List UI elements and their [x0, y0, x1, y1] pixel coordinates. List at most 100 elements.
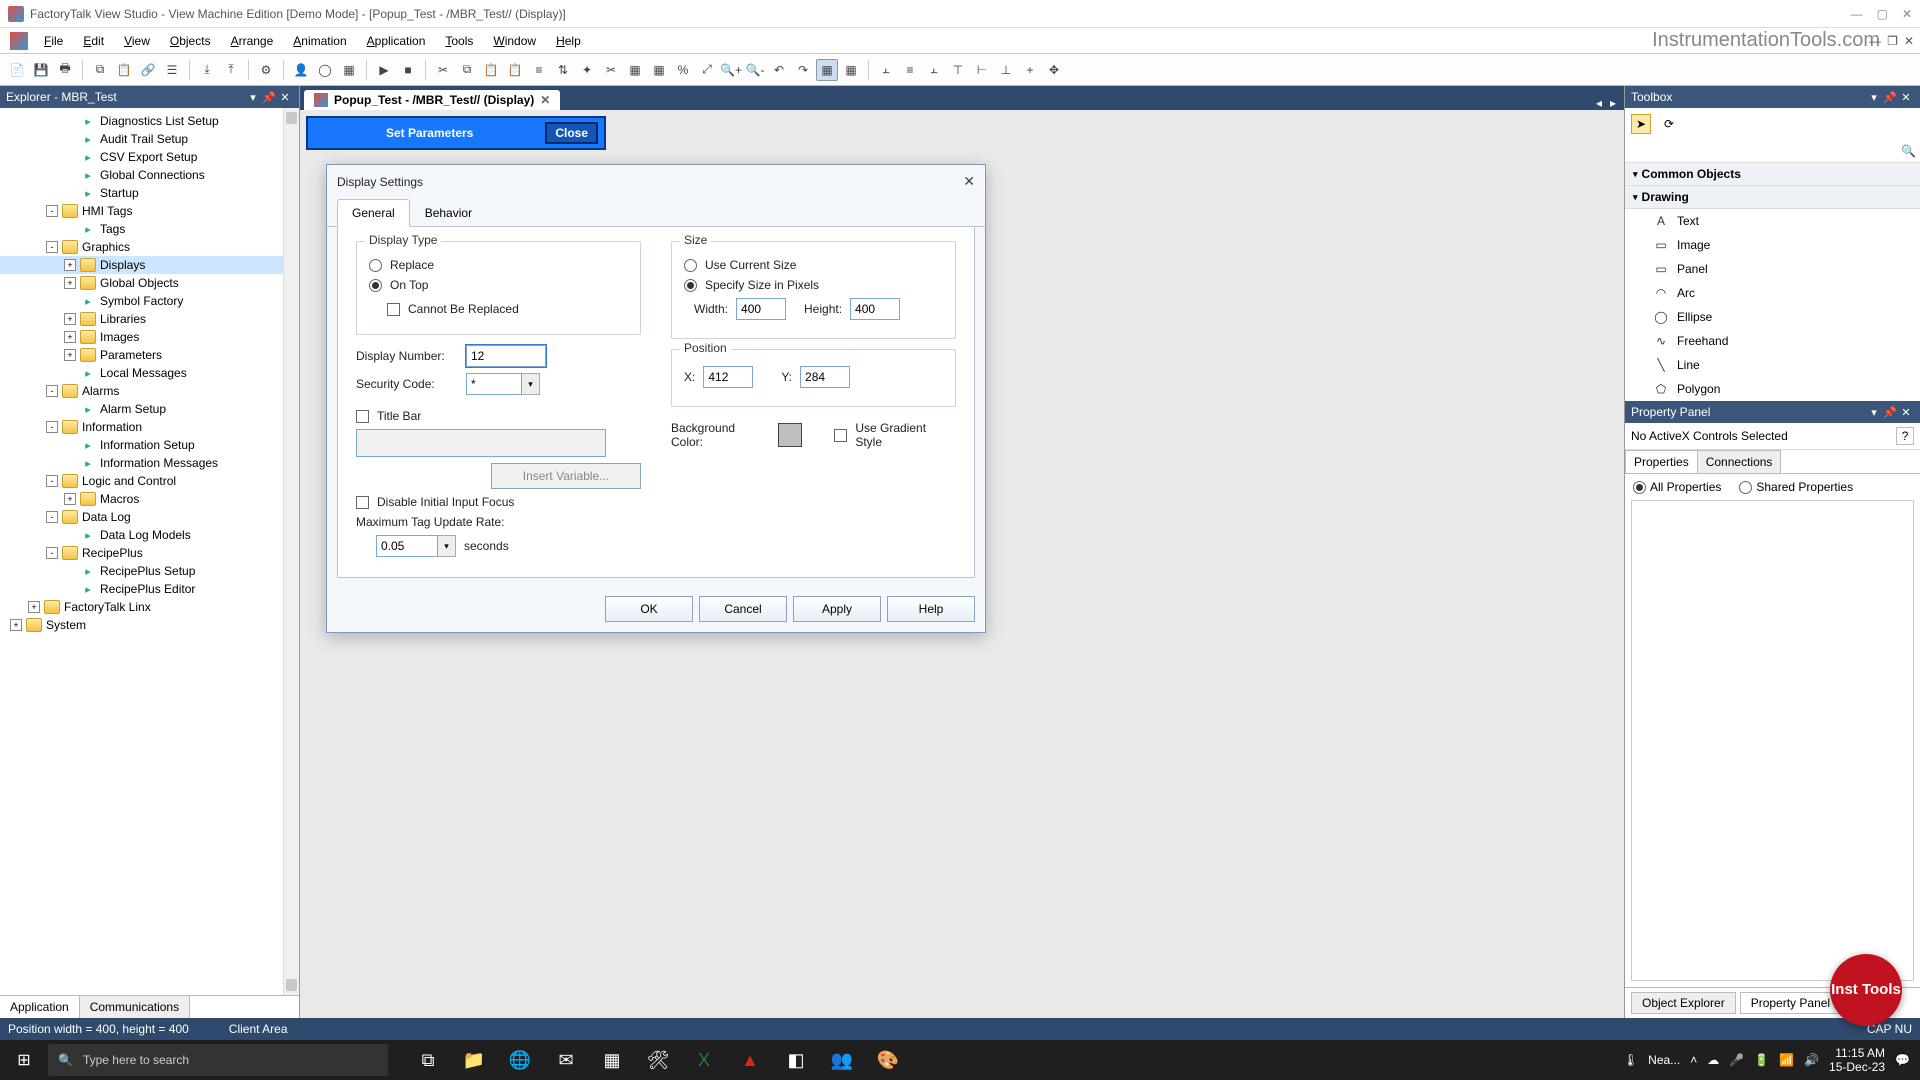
tree-item[interactable]: ▸Diagnostics List Setup [0, 112, 299, 130]
tree-toggle-icon[interactable]: - [46, 475, 58, 487]
onedrive-icon[interactable]: ☁ [1707, 1053, 1719, 1067]
align-top-icon[interactable]: ⊤ [947, 59, 969, 81]
download-icon[interactable]: ⤓ [196, 59, 218, 81]
tree-item[interactable]: -Data Log [0, 508, 299, 526]
prop-pin-icon[interactable]: 📌 [1882, 406, 1898, 419]
toolbox-item-ellipse[interactable]: ◯Ellipse [1625, 305, 1920, 329]
cut2-icon[interactable]: ✂ [600, 59, 622, 81]
minimize-icon[interactable]: — [1851, 7, 1863, 21]
menu-edit[interactable]: Edit [73, 31, 114, 51]
specify-size-radio[interactable] [684, 279, 697, 292]
paste2-icon[interactable]: 📋 [480, 59, 502, 81]
explorer-tree[interactable]: ▸Diagnostics List Setup▸Audit Trail Setu… [0, 108, 299, 995]
new-icon[interactable]: 📄 [6, 59, 28, 81]
menu-tools[interactable]: Tools [435, 31, 483, 51]
update-rate-dropdown-icon[interactable]: ▾ [438, 535, 456, 557]
tree-item[interactable]: ▸RecipePlus Editor [0, 580, 299, 598]
stop-icon[interactable]: ■ [397, 59, 419, 81]
dialog-tab-behavior[interactable]: Behavior [410, 199, 487, 227]
document-tab[interactable]: Popup_Test - /MBR_Test// (Display) ✕ [304, 90, 560, 110]
copy-icon[interactable]: ⧉ [89, 59, 111, 81]
shared-properties-radio[interactable] [1739, 481, 1752, 494]
tree-item[interactable]: ▸Information Messages [0, 454, 299, 472]
security-code-input[interactable] [466, 373, 522, 395]
property-help-icon[interactable]: ? [1896, 427, 1914, 445]
tree-item[interactable]: -Information [0, 418, 299, 436]
tree-toggle-icon[interactable]: + [64, 277, 76, 289]
tree-toggle-icon[interactable]: - [46, 205, 58, 217]
toolbox-item-polygon[interactable]: ⬠Polygon [1625, 377, 1920, 401]
tree-toggle-icon[interactable]: - [46, 421, 58, 433]
menu-arrange[interactable]: Arrange [221, 31, 284, 51]
tree-item[interactable]: ▸RecipePlus Setup [0, 562, 299, 580]
taskview-icon[interactable]: ⧉ [408, 1040, 448, 1080]
all-properties-radio[interactable] [1633, 481, 1646, 494]
align-right-icon[interactable]: ⫠ [923, 59, 945, 81]
tree-toggle-icon[interactable]: + [64, 349, 76, 361]
tab-next-icon[interactable]: ▸ [1610, 96, 1616, 110]
chrome-icon[interactable]: 🌐 [500, 1040, 540, 1080]
expand-icon[interactable]: ⤢ [696, 59, 718, 81]
bgcolor-swatch[interactable] [778, 423, 802, 447]
tree-toggle-icon[interactable]: + [64, 259, 76, 271]
factorytalk-taskbar-icon[interactable]: ◧ [776, 1040, 816, 1080]
play-icon[interactable]: ▶ [373, 59, 395, 81]
align-vmid-icon[interactable]: ⊢ [971, 59, 993, 81]
tree-toggle-icon[interactable]: - [46, 241, 58, 253]
tree-item[interactable]: ▸CSV Export Setup [0, 148, 299, 166]
inst-tools-badge[interactable]: Inst Tools [1830, 954, 1902, 1026]
tree-toggle-icon[interactable]: + [28, 601, 40, 613]
acrobat-icon[interactable]: ▲ [730, 1040, 770, 1080]
battery-icon[interactable]: 🔋 [1754, 1053, 1769, 1067]
toolbox-section-header[interactable]: ▾Drawing [1625, 186, 1920, 209]
undo-icon[interactable]: ↶ [768, 59, 790, 81]
props-icon[interactable]: ▦ [816, 59, 838, 81]
person-icon[interactable]: 👤 [290, 59, 312, 81]
tree-item[interactable]: ▸Startup [0, 184, 299, 202]
property-tab-connections[interactable]: Connections [1697, 450, 1782, 473]
teams-icon[interactable]: 👥 [822, 1040, 862, 1080]
disable-focus-checkbox[interactable] [356, 496, 369, 509]
weather-icon[interactable]: 🌡 [1623, 1053, 1638, 1067]
toolbox-pin-icon[interactable]: 📌 [1882, 91, 1898, 104]
tree-toggle-icon[interactable]: + [10, 619, 22, 631]
explorer-tab-application[interactable]: Application [0, 996, 80, 1018]
center-icon[interactable]: ✥ [1043, 59, 1065, 81]
notifications-icon[interactable]: 💬 [1895, 1053, 1910, 1067]
upload-icon[interactable]: ⤒ [220, 59, 242, 81]
pointer-icon[interactable]: ➤ [1631, 114, 1651, 134]
tree-item[interactable]: ▸Global Connections [0, 166, 299, 184]
tree-item[interactable]: -RecipePlus [0, 544, 299, 562]
explorer-tab-communications[interactable]: Communications [80, 996, 190, 1018]
paint-icon[interactable]: 🎨 [868, 1040, 908, 1080]
tree-toggle-icon[interactable]: + [64, 331, 76, 343]
width-input[interactable] [736, 298, 786, 320]
dropdown-icon[interactable]: ▾ [245, 91, 261, 104]
props2-icon[interactable]: ▦ [840, 59, 862, 81]
pin-icon[interactable]: 📌 [261, 91, 277, 104]
toolbox-item-arc[interactable]: ◠Arc [1625, 281, 1920, 305]
window-icon[interactable]: ▦ [338, 59, 360, 81]
height-input[interactable] [850, 298, 900, 320]
menu-view[interactable]: View [114, 31, 160, 51]
circle-icon[interactable]: ◯ [314, 59, 336, 81]
copy2-icon[interactable]: ⧉ [456, 59, 478, 81]
tree-item[interactable]: ▸Alarm Setup [0, 400, 299, 418]
tree-toggle-icon[interactable]: - [46, 511, 58, 523]
toolbox-item-freehand[interactable]: ∿Freehand [1625, 329, 1920, 353]
volume-icon[interactable]: 🔊 [1804, 1053, 1819, 1067]
menu-file[interactable]: File [34, 31, 73, 51]
save-icon[interactable]: 💾 [30, 59, 52, 81]
paste-icon[interactable]: 📋 [113, 59, 135, 81]
tree-toggle-icon[interactable]: + [64, 313, 76, 325]
toolbox-dropdown-icon[interactable]: ▾ [1866, 91, 1882, 104]
app1-icon[interactable]: ▦ [592, 1040, 632, 1080]
close-icon[interactable]: ✕ [1902, 7, 1912, 21]
outlook-icon[interactable]: ✉ [546, 1040, 586, 1080]
menu-application[interactable]: Application [357, 31, 436, 51]
panel-close-icon[interactable]: ✕ [277, 91, 293, 104]
security-code-combo[interactable]: ▾ [466, 373, 540, 395]
tree-item[interactable]: +System [0, 616, 299, 634]
ok-button[interactable]: OK [605, 596, 693, 622]
link-icon[interactable]: 🔗 [137, 59, 159, 81]
